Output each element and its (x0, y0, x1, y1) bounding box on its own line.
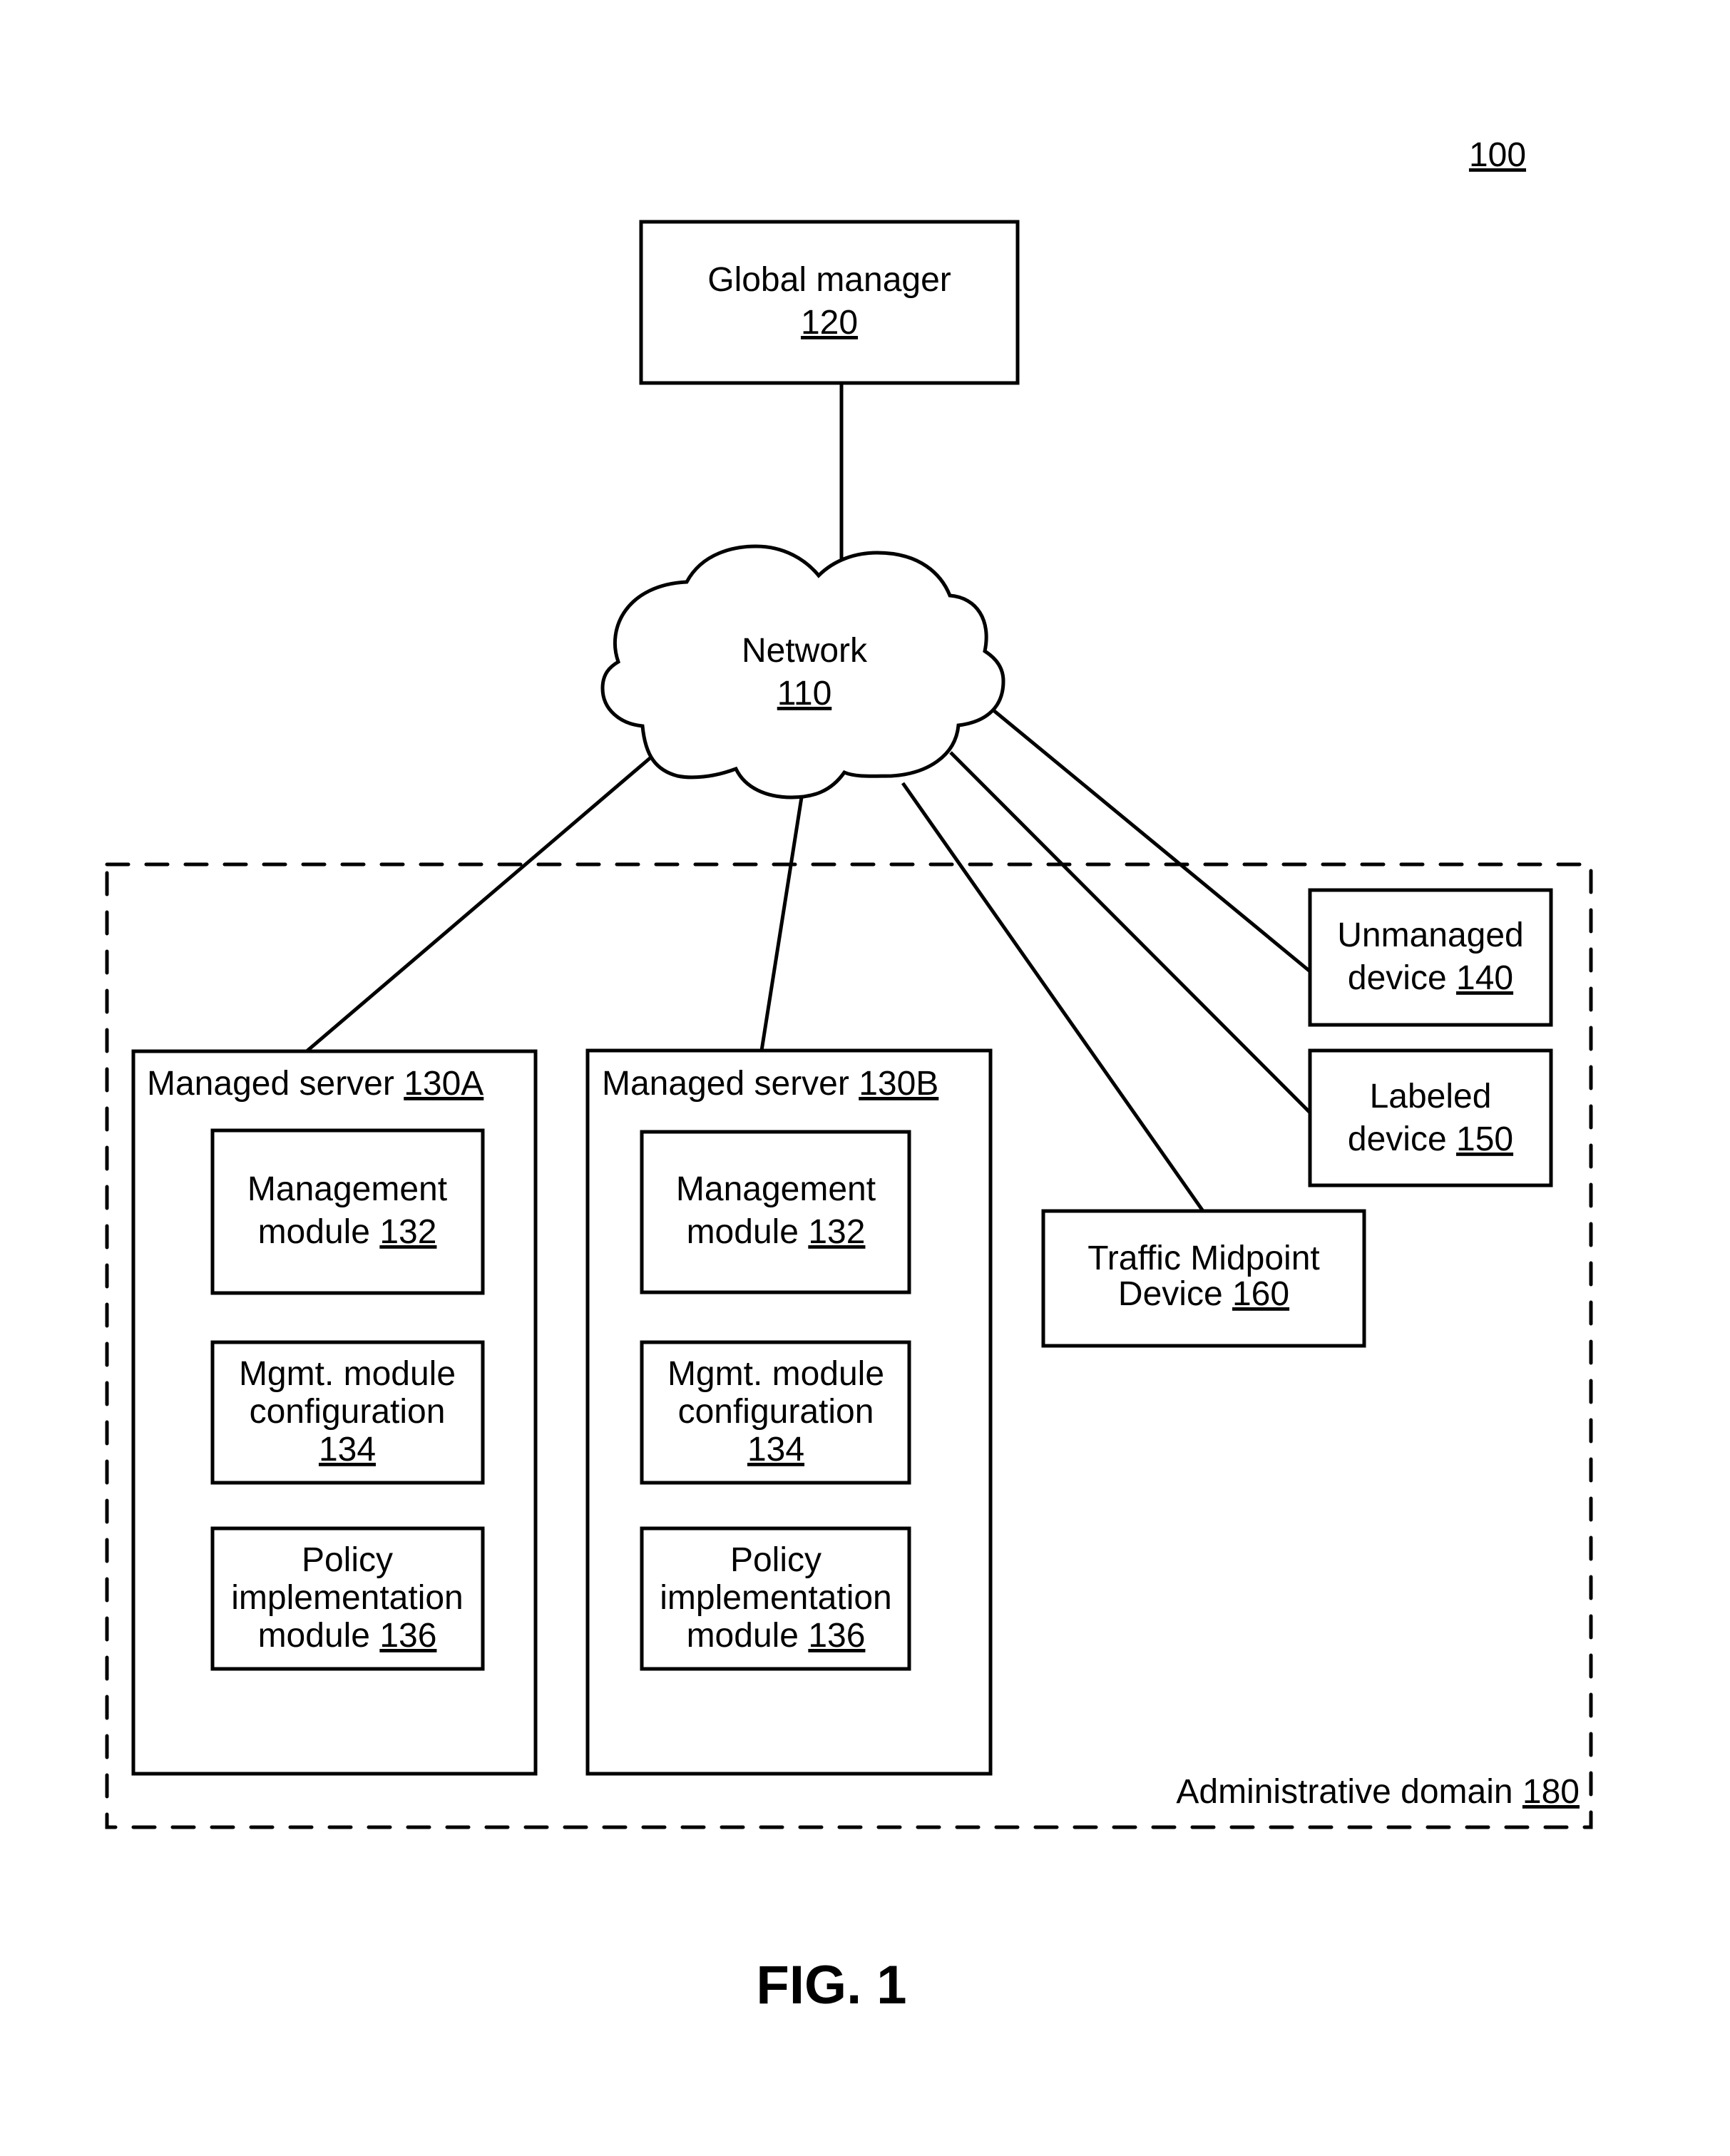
mgmt-module-configuration: Mgmt. module configuration 134 (640, 1340, 911, 1485)
management-module: Management module 132 (640, 1130, 911, 1294)
svg-text:module 132: module 132 (258, 1213, 437, 1251)
svg-text:Management: Management (676, 1170, 876, 1208)
svg-text:Policy: Policy (302, 1541, 393, 1579)
svg-text:configuration: configuration (678, 1393, 874, 1431)
policy-implementation-module: Policy implementation module 136 (640, 1526, 911, 1671)
svg-text:module 136: module 136 (258, 1617, 437, 1655)
svg-text:module 136: module 136 (687, 1617, 866, 1655)
managed-server-130a: Managed server 130A Management module 13… (131, 1049, 538, 1776)
managed-server-label: Managed server 130B (602, 1065, 938, 1103)
policy-implementation-module: Policy implementation module 136 (210, 1526, 485, 1671)
figure-ref-number: 100 (1469, 136, 1526, 174)
svg-text:Mgmt. module: Mgmt. module (667, 1355, 884, 1393)
figure-caption: FIG. 1 (756, 1955, 906, 2015)
unmanaged-device-box: Unmanaged device 140 (1308, 888, 1553, 1027)
management-module: Management module 132 (210, 1128, 485, 1295)
network-ref: 110 (777, 675, 832, 712)
svg-text:Labeled: Labeled (1370, 1078, 1492, 1115)
svg-text:device 150: device 150 (1348, 1120, 1513, 1158)
svg-text:implementation: implementation (231, 1579, 464, 1617)
svg-text:Mgmt. module: Mgmt. module (239, 1355, 456, 1393)
svg-text:Device 160: Device 160 (1118, 1275, 1289, 1313)
svg-text:module 132: module 132 (687, 1213, 866, 1251)
global-manager-box: Global manager 120 (639, 220, 1020, 385)
connector-network-server-130a (305, 755, 654, 1053)
network-label: Network (742, 632, 868, 670)
global-manager-ref: 120 (801, 304, 858, 342)
labeled-device-box: Labeled device 150 (1308, 1048, 1553, 1187)
mgmt-module-configuration: Mgmt. module configuration 134 (210, 1340, 485, 1485)
svg-text:Management: Management (247, 1170, 447, 1208)
svg-text:implementation: implementation (660, 1579, 892, 1617)
svg-text:Traffic Midpoint: Traffic Midpoint (1087, 1240, 1319, 1277)
svg-text:134: 134 (747, 1431, 804, 1468)
managed-server-130b: Managed server 130B Management module 13… (585, 1048, 993, 1776)
connector-network-server-130b (759, 797, 804, 1051)
network-cloud: Network 110 (600, 544, 1005, 799)
svg-text:device 140: device 140 (1348, 959, 1513, 997)
svg-text:Unmanaged: Unmanaged (1337, 916, 1524, 954)
managed-server-label: Managed server 130A (147, 1065, 483, 1103)
architecture-diagram: 100 Administrative domain 180 Global man… (105, 136, 1593, 2015)
administrative-domain-label: Administrative domain 180 (1176, 1773, 1580, 1811)
cloud-icon (600, 544, 1005, 799)
svg-text:configuration: configuration (250, 1393, 446, 1431)
connector-network-labeled-device (949, 751, 1311, 1114)
traffic-midpoint-device-box: Traffic Midpoint Device 160 (1041, 1209, 1366, 1348)
svg-text:134: 134 (319, 1431, 376, 1468)
global-manager-label: Global manager (707, 261, 951, 299)
svg-text:Policy: Policy (730, 1541, 822, 1579)
